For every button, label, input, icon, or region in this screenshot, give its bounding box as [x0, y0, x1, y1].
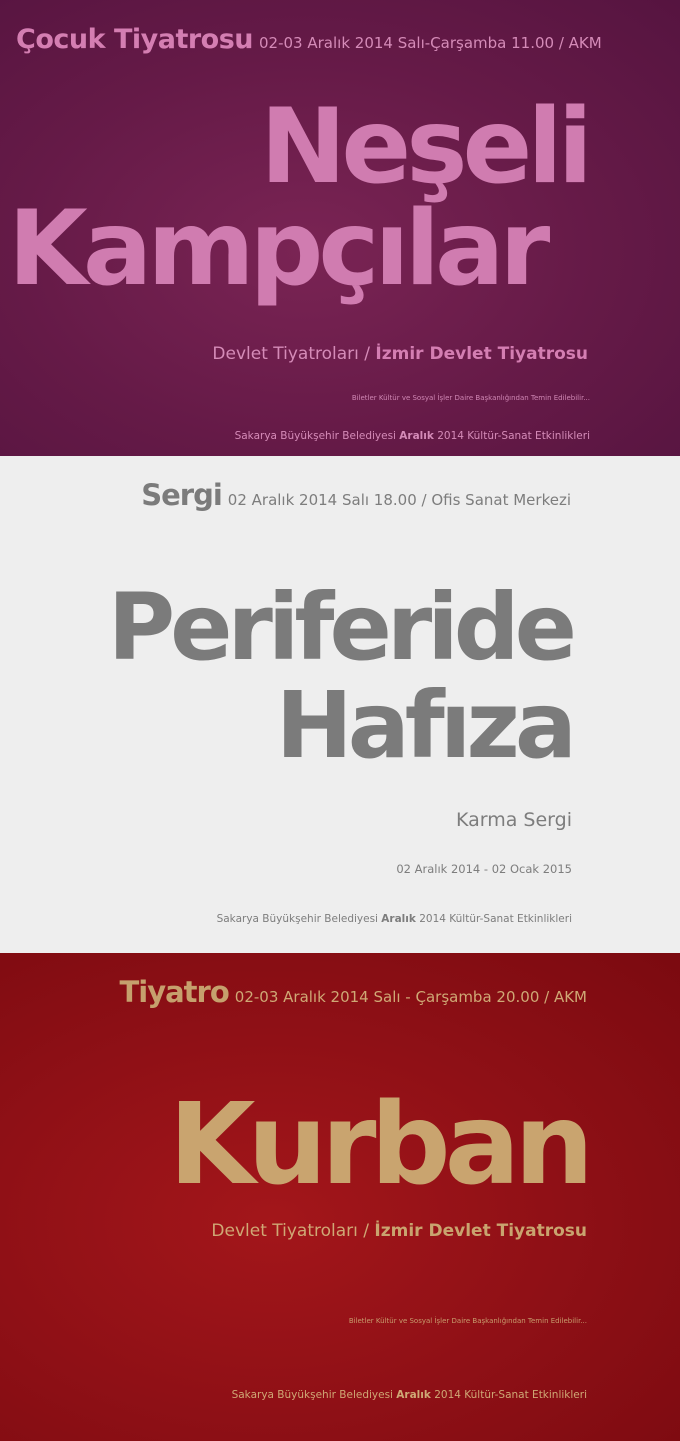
event-title-line-1: Kurban — [168, 1080, 594, 1210]
event-info: 02 Aralık 2014 Salı 18.00 / Ofis Sanat M… — [227, 491, 571, 509]
event-header: Tiyatro 02-03 Aralık 2014 Salı - Çarşamba… — [119, 975, 587, 1009]
ticket-note: Biletler Kültür ve Sosyal İşler Daire Ba… — [348, 1317, 587, 1325]
event-header: Sergi 02 Aralık 2014 Salı 18.00 / Ofis Sa… — [141, 478, 571, 512]
company-name: İzmir Devlet Tiyatrosu — [374, 1221, 587, 1241]
event-date-range: 02 Aralık 2014 - 02 Ocak 2015 — [396, 862, 572, 876]
company-prefix: Devlet Tiyatroları / — [211, 1221, 375, 1241]
event-info: 02-03 Aralık 2014 Salı-Çarşamba 11.00 / … — [259, 34, 602, 52]
event-title-line-1: Periferide — [107, 574, 577, 681]
footer-suffix: 2014 Kültür-Sanat Etkinlikleri — [430, 1389, 587, 1401]
event-poster-tiyatro: Tiyatro 02-03 Aralık 2014 Salı - Çarşamba… — [0, 953, 680, 1441]
event-title-line-2: Hafıza — [275, 672, 577, 779]
footer-month: Aralık — [396, 1389, 431, 1401]
event-header: Çocuk Tiyatrosu 02-03 Aralık 2014 Salı-Ça… — [16, 24, 602, 55]
event-poster-sergi: Sergi 02 Aralık 2014 Salı 18.00 / Ofis Sa… — [0, 456, 680, 953]
event-title-line-2: Kampçılar — [8, 189, 550, 309]
ticket-note: Biletler Kültür ve Sosyal İşler Daire Ba… — [351, 394, 590, 402]
event-company: Devlet Tiyatroları / İzmir Devlet Tiyatr… — [211, 1221, 587, 1241]
footer-suffix: 2014 Kültür-Sanat Etkinlikleri — [415, 913, 572, 925]
footer-prefix: Sakarya Büyükşehir Belediyesi — [234, 430, 400, 442]
event-footer: Sakarya Büyükşehir Belediyesi Aralık 201… — [232, 1389, 587, 1401]
company-name: İzmir Devlet Tiyatrosu — [375, 344, 588, 364]
footer-prefix: Sakarya Büyükşehir Belediyesi — [231, 1389, 397, 1401]
event-title-line-1: Neşeli — [260, 87, 593, 207]
event-category: Çocuk Tiyatrosu — [16, 24, 254, 55]
footer-month: Aralık — [399, 430, 434, 442]
footer-month: Aralık — [381, 913, 416, 925]
event-footer: Sakarya Büyükşehir Belediyesi Aralık 201… — [235, 430, 590, 442]
footer-suffix: 2014 Kültür-Sanat Etkinlikleri — [433, 430, 590, 442]
company-prefix: Devlet Tiyatroları / — [212, 344, 376, 364]
event-footer: Sakarya Büyükşehir Belediyesi Aralık 201… — [217, 913, 572, 925]
event-category: Tiyatro — [119, 975, 229, 1009]
event-poster-cocuk-tiyatrosu: Çocuk Tiyatrosu 02-03 Aralık 2014 Salı-Ça… — [0, 0, 680, 456]
event-category: Sergi — [141, 478, 223, 512]
event-info: 02-03 Aralık 2014 Salı - Çarşamba 20.00 … — [234, 988, 587, 1006]
footer-prefix: Sakarya Büyükşehir Belediyesi — [216, 913, 382, 925]
event-subtitle: Karma Sergi — [455, 809, 572, 831]
event-company: Devlet Tiyatroları / İzmir Devlet Tiyatr… — [212, 344, 588, 364]
